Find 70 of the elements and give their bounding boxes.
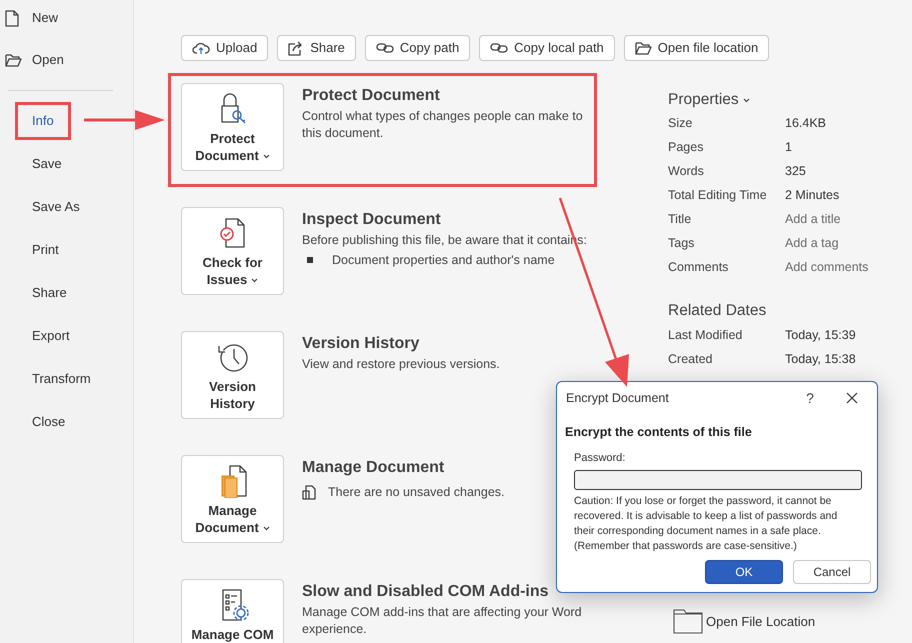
section-heading: Related Dates xyxy=(668,301,768,319)
sidebar-item[interactable]: New xyxy=(0,0,110,36)
document-action-button[interactable]: Manage Document xyxy=(181,455,284,543)
sidebar-item[interactable]: Export xyxy=(15,317,87,355)
toolbar-button[interactable]: Open file location xyxy=(624,35,770,61)
dialog-title: Encrypt Document xyxy=(566,390,670,407)
folder-icon xyxy=(673,609,703,634)
sidebar-item[interactable]: Transform xyxy=(15,360,108,398)
property-label: Comments xyxy=(668,258,730,276)
bullet-icon xyxy=(307,257,313,264)
bullet-text: Document properties and author's name xyxy=(332,252,555,269)
status-text: There are no unsaved changes. xyxy=(328,484,505,501)
section-title: Version History xyxy=(302,334,420,354)
sidebar-item[interactable]: Info xyxy=(15,102,71,140)
section-title: Inspect Document xyxy=(302,210,442,230)
sidebar-item[interactable]: Save xyxy=(15,145,79,183)
section-description: Manage COM add-ins that are affecting your Word experience. xyxy=(302,604,583,638)
property-label: Words xyxy=(668,162,705,180)
property-label: Created xyxy=(668,350,714,368)
cloud-upload-icon xyxy=(192,41,210,55)
property-label: Total Editing Time xyxy=(668,186,768,204)
property-label: Size xyxy=(668,114,694,132)
toolbar-button[interactable]: Copy local path xyxy=(479,35,615,61)
toolbar-button[interactable]: Upload xyxy=(181,35,268,61)
property-value-field[interactable]: Add a tag xyxy=(785,234,839,252)
dialog-button[interactable]: Cancel xyxy=(793,560,871,584)
section-description: View and restore previous versions. xyxy=(302,356,501,373)
sidebar-item[interactable]: Open xyxy=(0,42,110,78)
property-value-field[interactable]: Add a title xyxy=(785,210,841,228)
property-value: Today, 15:39 xyxy=(785,326,856,344)
document-action-button[interactable]: Manage COM xyxy=(181,579,284,643)
section-title: Slow and Disabled COM Add-ins xyxy=(302,582,550,602)
section-title: Protect Document xyxy=(302,86,441,106)
link-icon xyxy=(490,42,508,54)
caret-icon xyxy=(742,98,750,102)
folder-icon xyxy=(5,54,22,66)
document-action-button[interactable]: Check for Issues xyxy=(181,207,284,295)
dialog-heading: Encrypt the contents of this file xyxy=(565,424,753,441)
dialog-button[interactable]: OK xyxy=(705,560,783,584)
section-description: Control what types of changes people can make to this document. xyxy=(302,108,584,142)
property-label: Pages xyxy=(668,138,704,156)
link-icon xyxy=(376,42,394,54)
property-label: Last Modified xyxy=(668,326,744,344)
toolbar-button[interactable]: Copy path xyxy=(364,35,470,61)
property-value: 1 xyxy=(785,138,792,156)
property-value: 2 Minutes xyxy=(785,186,840,204)
sidebar-item[interactable]: Print xyxy=(15,231,76,269)
toolbar-button[interactable]: Share xyxy=(277,35,356,61)
password-field[interactable] xyxy=(574,470,862,490)
document-copy-icon xyxy=(302,484,316,500)
caution-text: Caution: If you lose or forget the password, it cannot be recovered. It is advisable to keep a list of passwords and their corresponding document names in a safe place. (Remember that passwords are case-sensitive.) xyxy=(574,494,838,554)
property-value: Today, 15:38 xyxy=(785,350,856,368)
sidebar-item[interactable]: Save As xyxy=(15,188,97,226)
open-file-location-link[interactable]: Open File Location xyxy=(673,609,898,634)
document-action-button[interactable]: Version History xyxy=(181,331,284,419)
folder-icon xyxy=(634,42,652,54)
help-button[interactable]: ? xyxy=(797,388,823,408)
document-action-button[interactable]: Protect Document xyxy=(181,83,284,171)
document-icon xyxy=(5,10,19,26)
property-label: Title xyxy=(668,210,692,228)
share-icon xyxy=(288,40,304,56)
property-value: 325 xyxy=(785,162,806,180)
close-icon xyxy=(846,392,858,404)
property-label: Tags xyxy=(668,234,696,252)
property-value: 16.4KB xyxy=(785,114,826,132)
field-label: Password: xyxy=(574,450,626,466)
sidebar-item[interactable]: Close xyxy=(15,403,82,441)
properties-heading[interactable]: Properties xyxy=(668,89,898,111)
sidebar-item[interactable]: Share xyxy=(15,274,84,312)
property-value-field[interactable]: Add comments xyxy=(785,258,868,276)
